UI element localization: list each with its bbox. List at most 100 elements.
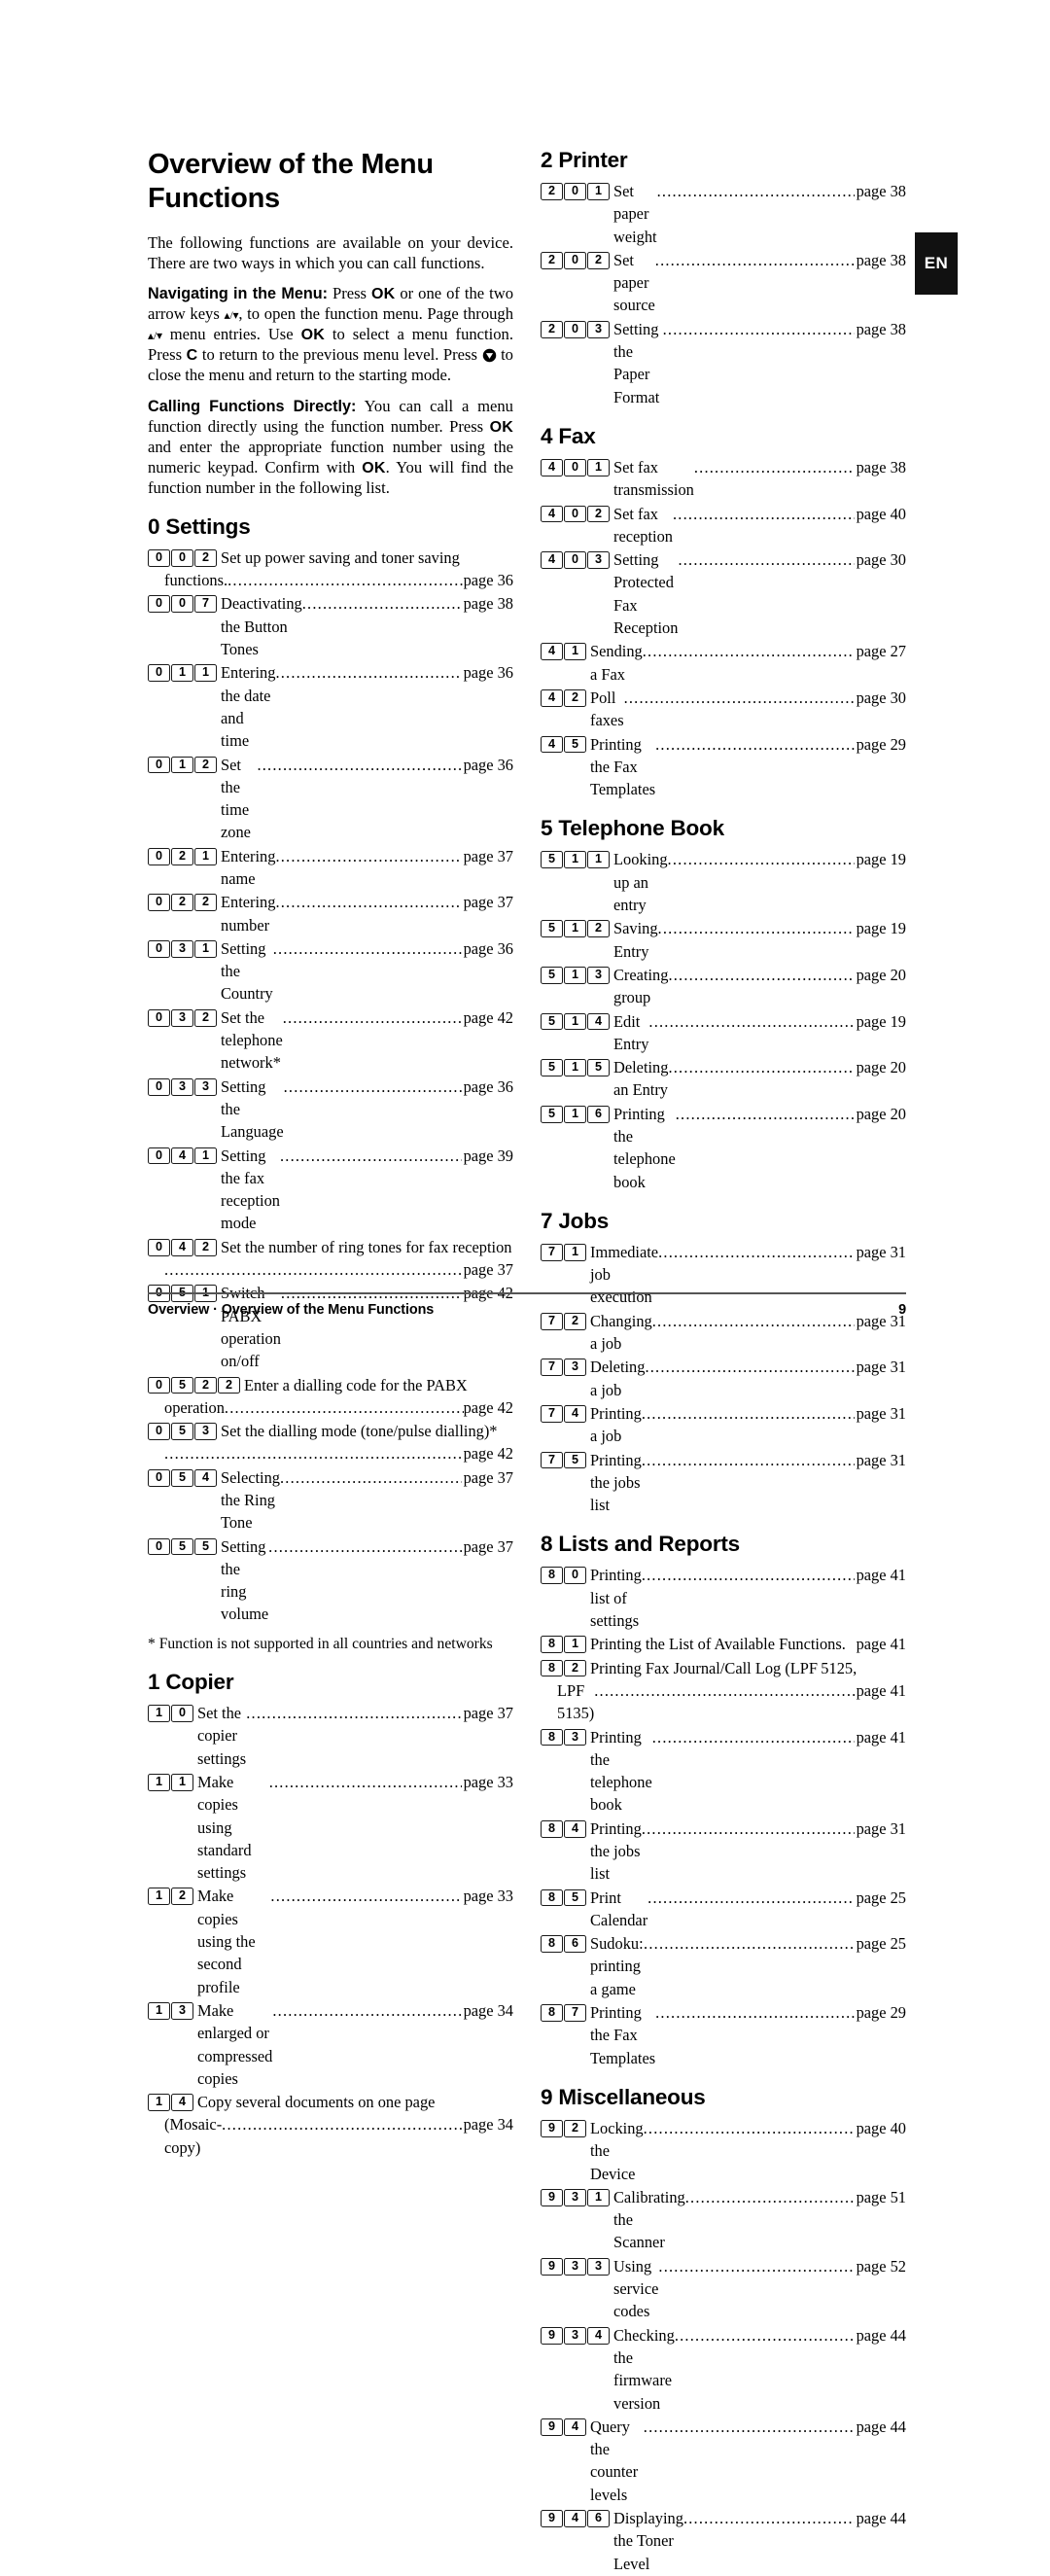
menu-entry-label: Creating group	[613, 965, 669, 1007]
menu-entry[interactable]: 9 2 Locking the Device....................…	[541, 2117, 906, 2185]
menu-entry[interactable]: 7 3 Deleting a job........................…	[541, 1356, 906, 1401]
menu-entry[interactable]: 5 1 6 Printing the telephone book..........…	[541, 1103, 906, 1193]
page-reference: page 29	[856, 734, 906, 754]
function-code-keys: 042	[148, 1238, 218, 1256]
menu-entry[interactable]: 1 4 Copy several documents on one page (Mos…	[148, 2091, 513, 2159]
function-code-key: 0	[148, 548, 170, 567]
menu-entry[interactable]: 7 5 Printing the jobs list................…	[541, 1449, 906, 1517]
function-code-key: 3	[171, 1077, 193, 1096]
function-code-key: 1	[171, 664, 193, 683]
menu-entry[interactable]: 0 5 2 2 Enter a dialling code for the PABX op…	[148, 1374, 513, 1420]
function-code-key: 0	[148, 1238, 170, 1256]
page-reference: page 33	[463, 1887, 513, 1906]
menu-entry[interactable]: 1 3 Make enlarged or compressed copies....…	[148, 1999, 513, 2090]
menu-entry[interactable]: 9 4 Query the counter levels..............…	[541, 2416, 906, 2506]
function-code-key: 4	[171, 1238, 193, 1256]
page-reference: page 19	[856, 1011, 906, 1031]
function-code-key: 5	[564, 1888, 586, 1907]
menu-entry[interactable]: 1 1 Make copies using standard settings...…	[148, 1771, 513, 1884]
menu-entry[interactable]: 0 5 5 Setting the ring volume..............…	[148, 1535, 513, 1626]
menu-entry[interactable]: 8 3 Printing the telephone book...........…	[541, 1726, 906, 1817]
menu-entry[interactable]: 9 3 4 Checking the firmware version........…	[541, 2324, 906, 2415]
menu-entry-label: Sending a Fax	[590, 642, 643, 684]
menu-entry[interactable]: 0 0 7 Deactivating the Button Tones........…	[148, 592, 513, 660]
menu-entry[interactable]: 0 1 2 Set the time zone....................…	[148, 754, 513, 844]
menu-entry[interactable]: 8 1 Printing the List of Available Functio…	[541, 1633, 906, 1655]
function-code-key: 5	[171, 1468, 193, 1487]
ok-key-glyph-3: OK	[489, 419, 513, 437]
page-reference: page 41	[856, 1635, 906, 1654]
function-code-key: 1	[587, 183, 610, 200]
menu-entry[interactable]: 5 1 3 Creating group.......................…	[541, 964, 906, 1009]
menu-entry[interactable]: 4 0 2 Set fax reception....................…	[541, 503, 906, 548]
function-code-key: 4	[541, 458, 563, 476]
function-code-key: 0	[148, 595, 170, 614]
menu-entry[interactable]: 0 2 2 Entering number......................…	[148, 891, 513, 936]
menu-entry[interactable]: 1 0 Set the copier settings...............…	[148, 1702, 513, 1770]
menu-entry[interactable]: 7 4 Printing a job........................…	[541, 1402, 906, 1448]
page-reference: page 34	[463, 2000, 513, 2020]
menu-entry[interactable]: 8 6 Sudoku: printing a game...............…	[541, 1932, 906, 2000]
function-code-key: 3	[194, 1077, 217, 1096]
menu-entry[interactable]: 4 1 Sending a Fax.........................…	[541, 640, 906, 686]
menu-entry[interactable]: 0 2 1 Entering name........................…	[148, 845, 513, 891]
menu-entry[interactable]: 5 1 4 Edit Entry...........................…	[541, 1010, 906, 1056]
menu-entry[interactable]: 0 5 3 Set the dialling mode (tone/pulse dia…	[148, 1420, 513, 1465]
function-code-key: 1	[148, 1888, 170, 1906]
menu-entry[interactable]: 0 3 3 Setting the Language.................…	[148, 1076, 513, 1144]
menu-entry[interactable]: 9 3 1 Calibrating the Scanner..............…	[541, 2186, 906, 2254]
function-code-keys: 053	[148, 1422, 218, 1440]
navigating-label: Navigating in the Menu:	[148, 285, 329, 303]
dot-leader: ........................................…	[657, 919, 855, 938]
dot-leader: ........................................…	[268, 1772, 462, 1791]
page-reference: page 37	[463, 1536, 513, 1556]
function-code-key: 4	[194, 1468, 217, 1487]
menu-entry-list: 8 0 Printing list of settings.............…	[541, 1564, 906, 2069]
menu-entry-label: Set up power saving and toner saving	[221, 547, 460, 567]
function-code-key: 4	[541, 551, 563, 570]
menu-entry[interactable]: 1 2 Make copies using the second profile..…	[148, 1885, 513, 1997]
menu-entry[interactable]: 5 1 5 Deleting an Entry....................…	[541, 1056, 906, 1102]
function-code-key: 1	[194, 847, 217, 865]
page-reference: page 38	[856, 319, 906, 338]
menu-entry[interactable]: 4 0 3 Setting Protected Fax Reception......…	[541, 548, 906, 639]
menu-entry[interactable]: 8 5 Print Calendar........................…	[541, 1887, 906, 1932]
function-code-key: 9	[541, 2188, 563, 2206]
menu-entry[interactable]: 0 4 2 Set the number of ring tones for fax …	[148, 1236, 513, 1282]
menu-entry[interactable]: 0 4 1 Setting the fax reception mode.......…	[148, 1145, 513, 1235]
menu-entry[interactable]: 5 1 2 Saving Entry.........................…	[541, 917, 906, 963]
menu-entry[interactable]: 2 0 3 Setting the Paper Format.............…	[541, 318, 906, 408]
menu-entry[interactable]: 8 4 Printing the jobs list................…	[541, 1817, 906, 1886]
menu-entry-label: Deleting a job	[590, 1358, 646, 1399]
menu-entry[interactable]: 8 2 Printing Fax Journal/Call Log (LPF 512…	[541, 1657, 906, 1725]
menu-entry[interactable]: 4 2 Poll faxes............................…	[541, 687, 906, 732]
menu-entry[interactable]: 0 3 2 Set the telephone network*...........…	[148, 1006, 513, 1075]
menu-entry[interactable]: 0 3 1 Setting the Country..................…	[148, 937, 513, 1006]
dot-leader: ........................................…	[675, 1104, 855, 1123]
dot-leader: ........................................…	[594, 1680, 856, 1700]
function-code-key: 3	[587, 320, 610, 338]
function-code-keys: 13	[148, 2001, 194, 2020]
ok-key-glyph: OK	[370, 286, 396, 303]
menu-entry[interactable]: 8 0 Printing list of settings.............…	[541, 1564, 906, 1632]
menu-entry[interactable]: 2 0 2 Set paper source.....................…	[541, 249, 906, 317]
function-code-keys: 031	[148, 939, 218, 958]
menu-entry-label: Setting the Paper Format	[613, 319, 660, 406]
menu-entry[interactable]: 4 0 1 Set fax transmission.................…	[541, 456, 906, 502]
menu-entry[interactable]: 0 1 1 Entering the date and time...........…	[148, 661, 513, 752]
dot-leader: ........................................…	[643, 2417, 855, 2436]
menu-entry[interactable]: 0 5 4 Selecting the Ring Tone..............…	[148, 1466, 513, 1535]
menu-entry[interactable]: 9 4 6 Displaying the Toner Level...........…	[541, 2507, 906, 2575]
menu-entry[interactable]: 9 3 3 Using service codes..................…	[541, 2255, 906, 2323]
menu-entry-label: Make enlarged or compressed copies	[197, 2000, 273, 2088]
menu-entry[interactable]: 8 7 Printing the Fax Templates............…	[541, 2001, 906, 2069]
menu-entry-label-cont: LPF 5135)	[557, 1680, 595, 1723]
menu-entry[interactable]: 0 0 2 Set up power saving and toner saving f…	[148, 547, 513, 592]
menu-entry[interactable]: 2 0 1 Set paper weight.....................…	[541, 180, 906, 248]
function-code-key: 5	[541, 851, 563, 869]
menu-entry[interactable]: 4 5 Printing the Fax Templates............…	[541, 733, 906, 801]
menu-entry[interactable]: 5 1 1 Looking up an entry..................…	[541, 848, 906, 916]
function-code-keys: 054	[148, 1468, 218, 1487]
function-code-key: 4	[541, 643, 563, 661]
page-reference: page 30	[856, 688, 906, 707]
